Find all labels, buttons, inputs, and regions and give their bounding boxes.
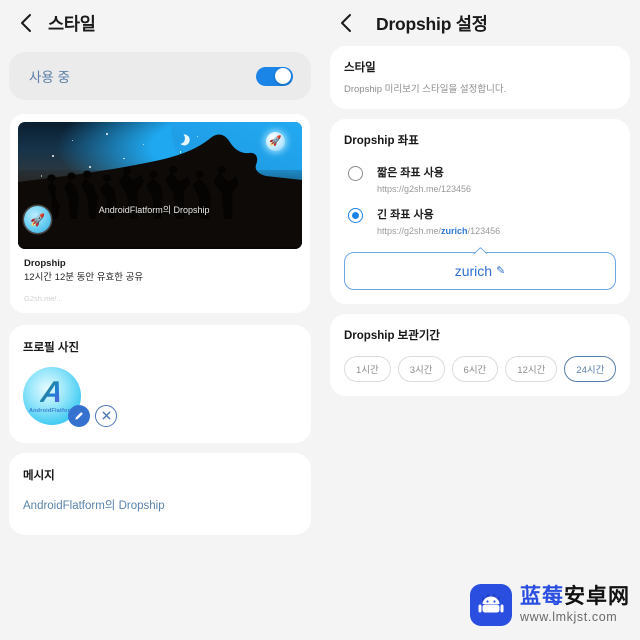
coords-title: Dropship 좌표 — [344, 135, 419, 147]
preview-meta: Dropship 12시간 12분 동안 유효한 공유 G2sh.me/... — [18, 249, 302, 303]
radio-long-url-prefix: https://g2sh.me/ — [377, 226, 442, 236]
radio-long-indicator[interactable] — [348, 208, 363, 223]
preview-image: 🚀 🚀 AndroidFlatform의 Dropship — [18, 122, 302, 249]
radio-long-url: https://g2sh.me/zurich/123456 — [377, 226, 500, 236]
radio-long-url-highlight: zurich — [441, 226, 468, 236]
coords-card: Dropship 좌표 짧은 좌표 사용 https://g2sh.me/123… — [330, 119, 630, 304]
left-header: 스타일 — [0, 0, 320, 46]
remove-profile-photo-button[interactable] — [95, 404, 117, 427]
retention-chip-3h[interactable]: 3시간 — [397, 356, 445, 382]
watermark-brand-blue: 蓝莓 — [520, 585, 564, 609]
preview-avatar-icon: 🚀 — [24, 206, 51, 233]
retention-card: Dropship 보관기간 1시간 3시간 6시간 12시간 24시간 — [330, 314, 630, 396]
style-enable-switch[interactable] — [256, 66, 293, 86]
radio-short-body: 짧은 좌표 사용 https://g2sh.me/123456 — [377, 164, 471, 194]
back-button[interactable] — [10, 8, 40, 38]
watermark-brand-black: 安卓网 — [564, 585, 630, 609]
watermark: 蓝莓安卓网 www.lmkjst.com — [470, 584, 630, 626]
preview-image-caption: AndroidFlatform의 Dropship — [98, 204, 210, 215]
edit-profile-photo-button[interactable] — [68, 404, 90, 427]
alias-value: zurich — [454, 263, 493, 279]
android-crown-icon — [470, 584, 512, 626]
retention-chip-24h[interactable]: 24시간 — [564, 356, 617, 382]
radio-short-label: 짧은 좌표 사용 — [377, 167, 444, 179]
back-button-settings[interactable] — [330, 8, 360, 38]
alias-editor-wrap: zurich ✎ — [344, 246, 616, 290]
avatar-wrap: A AndroidFlatform — [23, 366, 143, 427]
avatar-letter: A — [38, 375, 66, 409]
radio-option-short[interactable]: 짧은 좌표 사용 https://g2sh.me/123456 — [344, 158, 616, 200]
style-enable-label: 사용 중 — [29, 70, 71, 85]
page-title: 스타일 — [48, 13, 96, 34]
radio-long-body: 긴 좌표 사용 https://g2sh.me/zurich/123456 — [377, 206, 500, 236]
retention-chip-6h[interactable]: 6시간 — [451, 356, 499, 382]
radio-short-indicator[interactable] — [348, 166, 363, 181]
alias-editor[interactable]: zurich ✎ — [344, 252, 616, 290]
retention-chip-1h[interactable]: 1시간 — [344, 356, 391, 382]
coords-radio-group: 짧은 좌표 사용 https://g2sh.me/123456 긴 좌표 사용 … — [344, 158, 616, 242]
dual-panel-screenshot: 스타일 사용 중 🚀 🚀 AndroidFlatform의 Dropship D… — [0, 0, 640, 640]
switch-knob — [275, 68, 291, 84]
message-title: 메시지 — [23, 469, 55, 482]
radio-short-url-text: https://g2sh.me/123456 — [377, 184, 472, 194]
preview-title: Dropship — [24, 258, 66, 269]
message-text[interactable]: AndroidFlatform의 Dropship — [23, 497, 297, 513]
close-icon — [102, 411, 110, 420]
right-panel-settings: Dropship 설정 스타일 Dropship 미리보기 스타일을 설정합니다… — [320, 0, 640, 640]
profile-photo-title: 프로필 사진 — [23, 341, 80, 354]
chevron-left-icon — [20, 14, 31, 32]
pencil-icon: ✎ — [496, 264, 506, 277]
radio-long-label: 긴 좌표 사용 — [377, 209, 434, 221]
preview-subtitle: 12시간 12분 동안 유효한 공유 — [24, 272, 144, 284]
profile-photo-card: 프로필 사진 A AndroidFlatform — [9, 324, 311, 443]
message-card: 메시지 AndroidFlatform의 Dropship — [9, 452, 311, 535]
settings-page-title: Dropship 설정 — [376, 13, 488, 34]
pencil-icon — [75, 411, 83, 420]
retention-title: Dropship 보관기간 — [344, 330, 440, 342]
retention-chip-group: 1시간 3시간 6시간 12시간 24시간 — [344, 356, 617, 382]
style-setting-subtitle: Dropship 미리보기 스타일을 설정합니다. — [344, 84, 507, 95]
style-enable-row[interactable]: 사용 중 — [9, 52, 311, 100]
radio-long-url-suffix: /123456 — [467, 226, 501, 236]
radio-option-long[interactable]: 긴 좌표 사용 https://g2sh.me/zurich/123456 — [344, 200, 616, 242]
watermark-text: 蓝莓安卓网 www.lmkjst.com — [520, 586, 630, 624]
watermark-url: www.lmkjst.com — [520, 610, 618, 625]
chevron-left-icon — [340, 14, 351, 32]
style-setting-card[interactable]: 스타일 Dropship 미리보기 스타일을 설정합니다. — [330, 46, 630, 109]
left-panel-style: 스타일 사용 중 🚀 🚀 AndroidFlatform의 Dropship D… — [0, 0, 320, 640]
preview-card[interactable]: 🚀 🚀 AndroidFlatform의 Dropship Dropship 1… — [10, 114, 310, 313]
retention-chip-12h[interactable]: 12시간 — [505, 356, 558, 382]
preview-url: G2sh.me/... — [24, 293, 63, 303]
callout-arrow — [473, 246, 487, 254]
right-header: Dropship 설정 — [320, 0, 640, 46]
watermark-brand: 蓝莓安卓网 — [520, 586, 630, 607]
radio-short-url: https://g2sh.me/123456 — [377, 184, 471, 194]
style-setting-title: 스타일 — [344, 62, 376, 74]
